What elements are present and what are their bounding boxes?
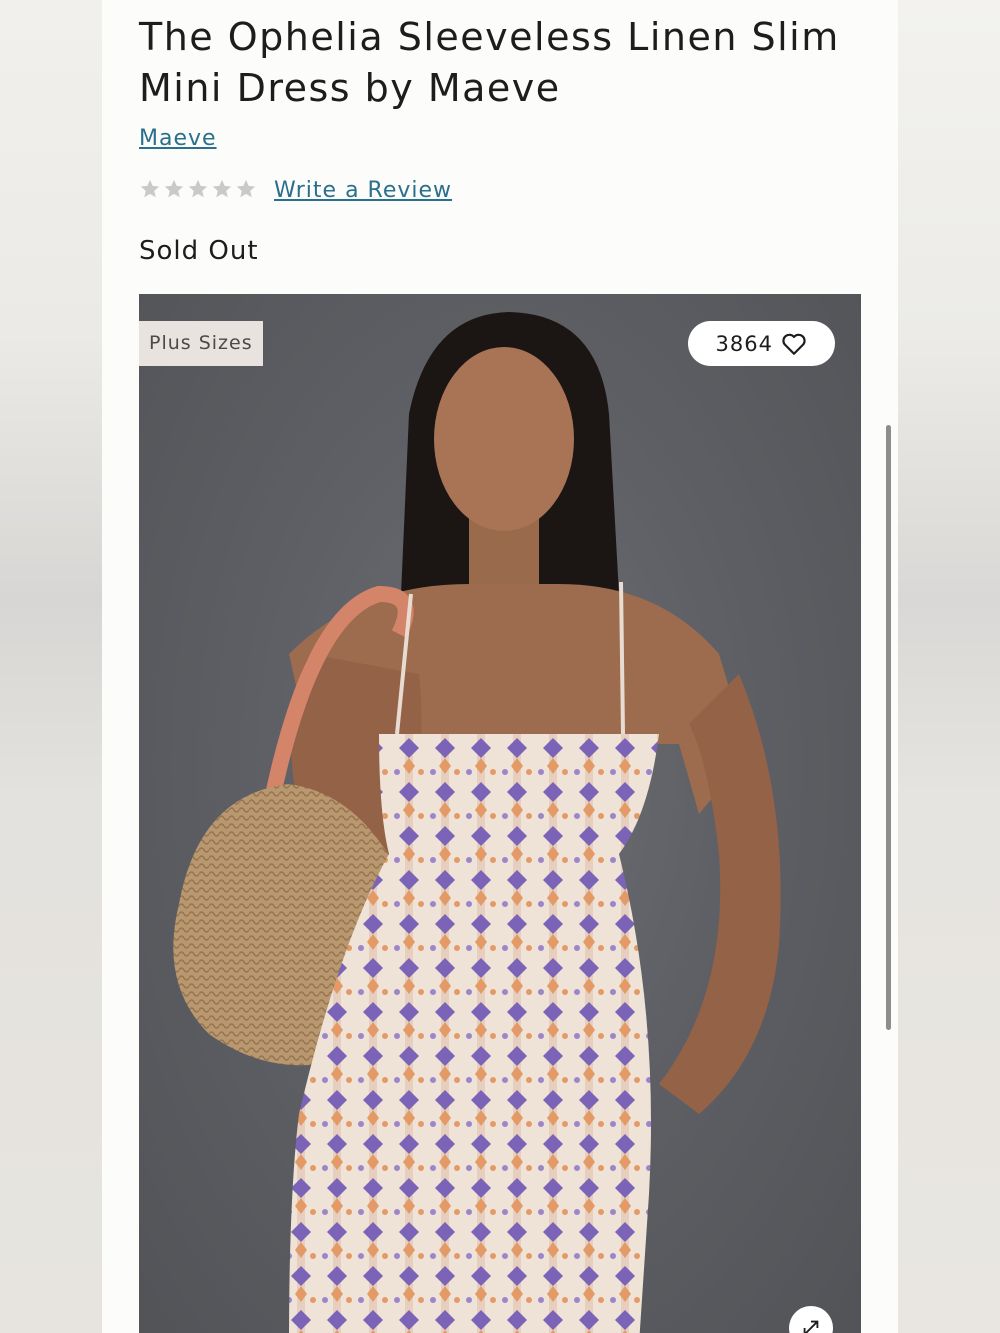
star-empty-icon — [236, 179, 256, 198]
star-empty-icon — [188, 179, 208, 198]
plus-sizes-badge: Plus Sizes — [139, 321, 263, 366]
model-photo — [173, 312, 781, 1333]
stock-status: Sold Out — [139, 236, 259, 266]
write-review-link[interactable]: Write a Review — [274, 178, 452, 203]
product-image[interactable]: Plus Sizes 3864 — [139, 294, 861, 1333]
heart-outline-icon — [782, 333, 806, 355]
scrollbar[interactable] — [886, 425, 891, 1030]
background-blur-left — [0, 0, 102, 1333]
favorite-button[interactable]: 3864 — [687, 321, 835, 366]
brand-link[interactable]: Maeve — [139, 126, 217, 151]
star-empty-icon — [140, 179, 160, 198]
favorite-count: 3864 — [715, 331, 773, 356]
star-empty-icon — [164, 179, 184, 198]
rating-stars — [139, 178, 257, 200]
star-empty-icon — [212, 179, 232, 198]
product-page: The Ophelia Sleeveless Linen Slim Mini D… — [102, 0, 898, 1333]
expand-arrows-icon — [803, 1320, 819, 1333]
background-blur-right — [898, 0, 1000, 1333]
product-title: The Ophelia Sleeveless Linen Slim Mini D… — [139, 15, 840, 110]
